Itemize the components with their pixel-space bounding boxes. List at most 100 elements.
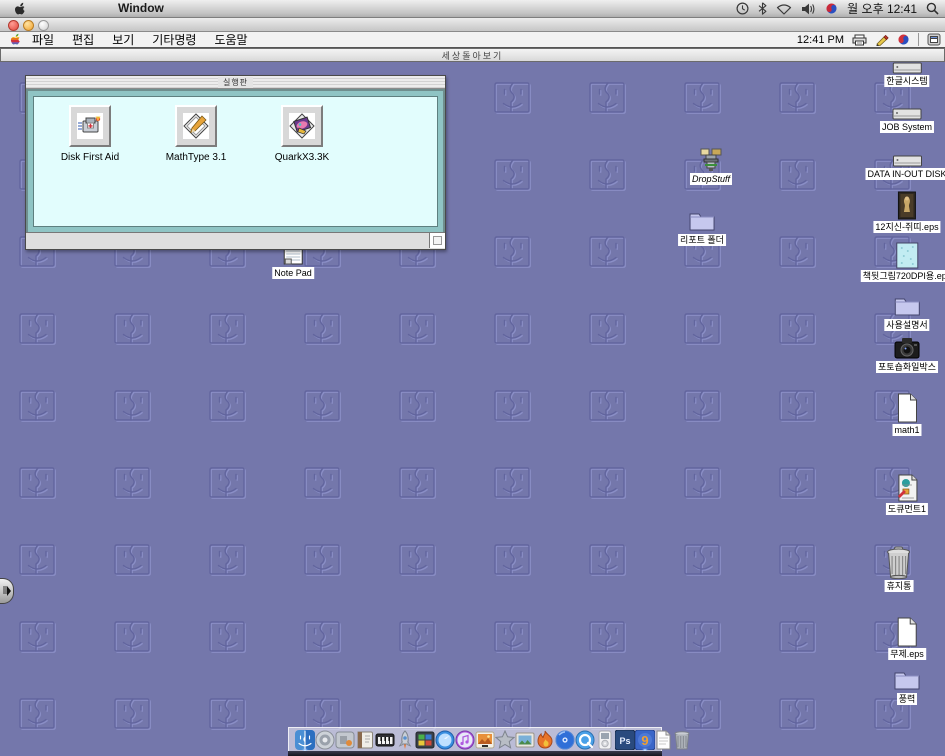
dock-finder-icon[interactable]: [295, 729, 315, 750]
desktop[interactable]: 실행판 Disk First Aid MathType 3.1: [0, 61, 945, 756]
menu-other-commands[interactable]: 기타명령: [143, 31, 205, 48]
dock-front-edge: [288, 751, 662, 756]
close-button[interactable]: [8, 20, 19, 31]
desktop-icon-document1[interactable]: 도큐먼트1: [886, 474, 928, 515]
document-icon: [895, 474, 919, 502]
launcher-titlebar[interactable]: 실행판: [26, 76, 445, 89]
dock-quicktime-icon[interactable]: [575, 729, 595, 750]
dock-system-preferences-icon[interactable]: [315, 729, 335, 750]
menubar-separator: [918, 33, 919, 46]
printer-icon[interactable]: [852, 34, 867, 46]
launcher-item-label: QuarkX3.3K: [275, 152, 329, 163]
eps-image-icon: [897, 191, 916, 220]
classic-clock[interactable]: 12:41 PM: [797, 34, 844, 46]
menu-edit[interactable]: 편집: [63, 31, 103, 48]
icon-label: 12지신-쥐띠.eps: [873, 221, 940, 233]
dock-dictionary-icon[interactable]: [355, 729, 375, 750]
ink-pencil-icon[interactable]: [875, 34, 889, 46]
document-icon: [895, 393, 919, 423]
launcher-item-quark[interactable]: QuarkX3.3K: [264, 105, 340, 163]
icon-label: 포토숍화일박스: [876, 361, 938, 373]
classic-apple-menu-icon[interactable]: [10, 33, 21, 46]
icon-label: Note Pad: [272, 267, 314, 279]
desktop-icon-bookback-eps[interactable]: 책뒷그림720DPI용.eps: [861, 242, 945, 282]
launcher-window[interactable]: 실행판 Disk First Aid MathType 3.1: [25, 75, 446, 250]
icon-label: 휴지통: [885, 580, 914, 592]
icon-label: 한글시스템: [884, 75, 929, 87]
dock-rocket-icon[interactable]: [395, 729, 415, 750]
eps-image-icon: [896, 242, 919, 269]
desktop-icon-trash[interactable]: 휴지통: [885, 546, 914, 592]
dock-tiles-icon[interactable]: [415, 729, 435, 750]
volume-icon[interactable]: [801, 3, 816, 15]
dock-image-box-icon[interactable]: [515, 729, 535, 750]
desktop-icon-math1[interactable]: math1: [892, 393, 921, 436]
resize-handle[interactable]: [429, 233, 445, 248]
dock[interactable]: Ps 9: [288, 727, 662, 751]
svg-text:9: 9: [641, 733, 648, 748]
clock-icon[interactable]: [736, 2, 749, 15]
classic-window-titlebar[interactable]: [0, 18, 945, 32]
desktop-icon-hangul-system[interactable]: 한글시스템: [884, 62, 929, 87]
icon-label: math1: [892, 424, 921, 436]
desktop-icon-dropstuff[interactable]: DropStuff: [690, 148, 732, 185]
korean-flag-icon[interactable]: [825, 2, 838, 15]
collapsed-window-title: 세상돌아보기: [442, 49, 504, 62]
desktop-icon-report-folder[interactable]: 리포트 폴더: [678, 209, 726, 246]
desktop-icon-wind-folder[interactable]: 풍력: [893, 668, 921, 705]
dock-iphoto-icon[interactable]: [475, 729, 495, 750]
dock-flame-icon[interactable]: [535, 729, 555, 750]
launcher-item-mathtype[interactable]: MathType 3.1: [158, 105, 234, 163]
document-icon: [895, 617, 919, 647]
launcher-scrollbar[interactable]: [26, 232, 445, 249]
icon-label: DATA IN-OUT DISK: [865, 168, 945, 180]
launcher-body: Disk First Aid MathType 3.1 QuarkX3.3K: [26, 89, 445, 232]
dock-dvd-player-icon[interactable]: [555, 729, 575, 750]
dock-safari-icon[interactable]: [435, 729, 455, 750]
launcher-item-disk-first-aid[interactable]: Disk First Aid: [52, 105, 128, 163]
menu-help[interactable]: 도움말: [205, 31, 256, 48]
folder-icon: [893, 668, 921, 692]
bluetooth-icon[interactable]: [758, 2, 767, 15]
desktop-icon-untitled-eps[interactable]: 무제.eps: [888, 617, 926, 660]
desktop-icon-zodiac-eps[interactable]: 12지신-쥐띠.eps: [873, 191, 940, 233]
disk-first-aid-icon[interactable]: [69, 105, 111, 147]
hard-disk-icon: [892, 108, 922, 120]
icon-label: DropStuff: [690, 173, 732, 185]
dock-keyboard-icon[interactable]: [375, 729, 395, 750]
icon-label: JOB System: [880, 121, 934, 133]
airport-icon[interactable]: [776, 3, 792, 15]
dock-document-icon[interactable]: [655, 729, 672, 750]
dock-classic-9-icon[interactable]: 9: [635, 729, 655, 750]
dock-photoshop-icon[interactable]: Ps: [615, 729, 635, 750]
zoom-button[interactable]: [38, 20, 49, 31]
camera-icon: [893, 335, 921, 360]
classic-menubar: 파일 편집 보기 기타명령 도움말 12:41 PM: [0, 32, 945, 48]
dock-itunes-icon[interactable]: [455, 729, 475, 750]
icon-label: 무제.eps: [888, 648, 926, 660]
menu-file[interactable]: 파일: [23, 31, 63, 48]
minimize-button[interactable]: [23, 20, 34, 31]
spotlight-icon[interactable]: [926, 2, 939, 15]
menubar-clock[interactable]: 월 오후 12:41: [847, 0, 917, 17]
expand-arrow-icon: [2, 585, 11, 597]
collapsed-window-titlebar[interactable]: 세상돌아보기: [0, 48, 945, 62]
desktop-icon-manual-folder[interactable]: 사용설명서: [884, 294, 929, 331]
dock-trash-icon[interactable]: [672, 729, 692, 750]
desktop-icon-job-system[interactable]: JOB System: [880, 108, 934, 133]
desktop-icon-data-inout-disk[interactable]: DATA IN-OUT DISK: [865, 155, 945, 180]
apple-menu-icon[interactable]: [14, 2, 26, 16]
application-switcher-icon[interactable]: [927, 33, 941, 46]
dock-star-icon[interactable]: [495, 729, 515, 750]
icon-label: 사용설명서: [884, 319, 929, 331]
window-menu[interactable]: Window: [118, 1, 164, 15]
mathtype-icon[interactable]: [175, 105, 217, 147]
icon-label: 풍력: [897, 693, 918, 705]
dock-ipod-icon[interactable]: [595, 729, 615, 750]
quark-icon[interactable]: [281, 105, 323, 147]
dock-classic-utility-icon[interactable]: [335, 729, 355, 750]
menu-view[interactable]: 보기: [103, 31, 143, 48]
taegeuk-input-icon[interactable]: [897, 33, 910, 46]
hard-disk-icon: [892, 155, 922, 167]
desktop-icon-photoshop-filebox[interactable]: 포토숍화일박스: [876, 335, 938, 373]
